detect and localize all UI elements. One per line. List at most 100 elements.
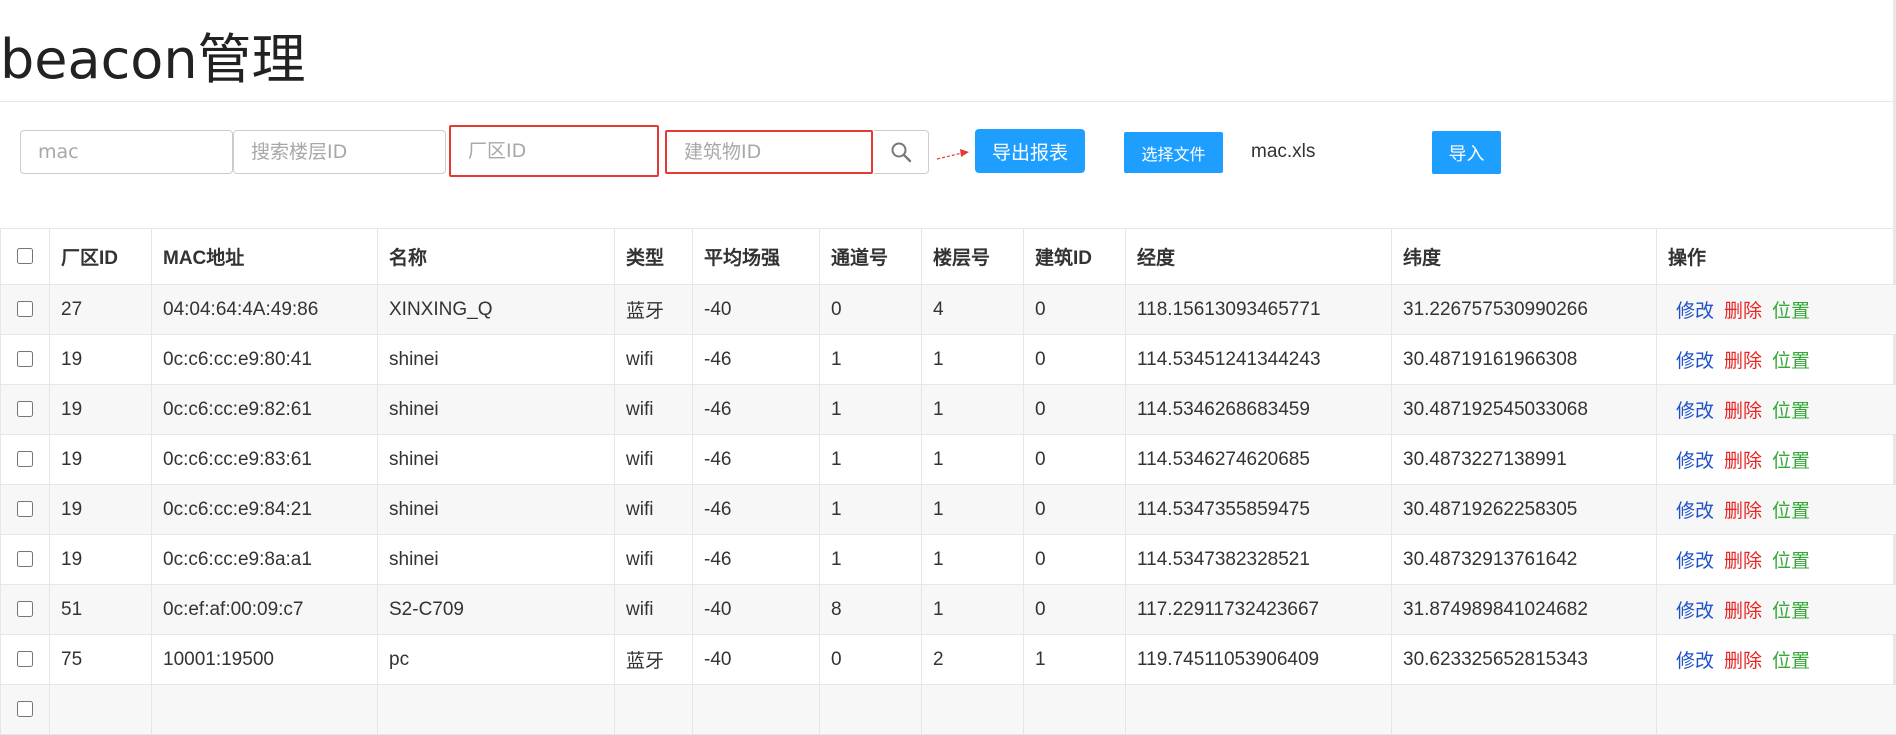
row-select-cell: [1, 485, 50, 535]
cell-latitude: 31.874989841024682: [1392, 585, 1657, 635]
cell-actions: 修改删除位置: [1657, 435, 1896, 485]
delete-link[interactable]: 删除: [1724, 400, 1762, 422]
cell-factory-id: [50, 685, 152, 735]
row-checkbox[interactable]: [17, 551, 33, 567]
edit-link[interactable]: 修改: [1676, 350, 1714, 372]
locate-link[interactable]: 位置: [1772, 650, 1810, 672]
cell-avg-signal: -46: [693, 335, 820, 385]
cell-longitude: 119.74511053906409: [1126, 635, 1392, 685]
row-checkbox[interactable]: [17, 501, 33, 517]
header-type: 类型: [615, 229, 693, 285]
cell-floor: [922, 685, 1024, 735]
building-id-search-input[interactable]: [665, 130, 873, 174]
cell-longitude: [1126, 685, 1392, 735]
search-icon: [890, 141, 912, 163]
row-checkbox[interactable]: [17, 601, 33, 617]
locate-link[interactable]: 位置: [1772, 400, 1810, 422]
delete-link[interactable]: 删除: [1724, 500, 1762, 522]
header-mac-address: MAC地址: [152, 229, 378, 285]
cell-latitude: 30.48719161966308: [1392, 335, 1657, 385]
choose-file-button[interactable]: 选择文件: [1124, 132, 1223, 173]
cell-type: wifi: [615, 335, 693, 385]
header-floor: 楼层号: [922, 229, 1024, 285]
locate-link[interactable]: 位置: [1772, 550, 1810, 572]
cell-avg-signal: -46: [693, 485, 820, 535]
cell-avg-signal: -46: [693, 435, 820, 485]
cell-type: wifi: [615, 585, 693, 635]
cell-longitude: 118.15613093465771: [1126, 285, 1392, 335]
cell-longitude: 114.53451241344243: [1126, 335, 1392, 385]
cell-name: S2-C709: [378, 585, 615, 635]
cell-latitude: [1392, 685, 1657, 735]
locate-link[interactable]: 位置: [1772, 350, 1810, 372]
edit-link[interactable]: 修改: [1676, 300, 1714, 322]
edit-link[interactable]: 修改: [1676, 600, 1714, 622]
import-button[interactable]: 导入: [1432, 131, 1501, 174]
cell-type: 蓝牙: [615, 285, 693, 335]
delete-link[interactable]: 删除: [1724, 350, 1762, 372]
edit-link[interactable]: 修改: [1676, 400, 1714, 422]
mac-search-input[interactable]: [20, 130, 233, 174]
row-checkbox[interactable]: [17, 401, 33, 417]
floor-id-search-input[interactable]: [233, 130, 446, 174]
delete-link[interactable]: 删除: [1724, 450, 1762, 472]
cell-floor: 1: [922, 435, 1024, 485]
cell-actions: 修改删除位置: [1657, 585, 1896, 635]
cell-factory-id: 19: [50, 385, 152, 435]
edit-link[interactable]: 修改: [1676, 500, 1714, 522]
cell-floor: 2: [922, 635, 1024, 685]
locate-link[interactable]: 位置: [1772, 300, 1810, 322]
cell-building-id: 0: [1024, 435, 1126, 485]
title-divider: [0, 101, 1896, 102]
cell-factory-id: 19: [50, 485, 152, 535]
cell-factory-id: 19: [50, 535, 152, 585]
table-row: 2704:04:64:4A:49:86XINXING_Q蓝牙-40040118.…: [1, 285, 1896, 335]
cell-mac-address: 10001:19500: [152, 635, 378, 685]
cell-type: 蓝牙: [615, 635, 693, 685]
factory-id-search-input[interactable]: [449, 125, 659, 177]
locate-link[interactable]: 位置: [1772, 600, 1810, 622]
cell-mac-address: [152, 685, 378, 735]
locate-link[interactable]: 位置: [1772, 500, 1810, 522]
cell-channel: 8: [820, 585, 922, 635]
cell-mac-address: 0c:c6:cc:e9:84:21: [152, 485, 378, 535]
cell-building-id: 0: [1024, 335, 1126, 385]
cell-avg-signal: -40: [693, 585, 820, 635]
selected-file-name: mac.xls: [1251, 141, 1315, 163]
row-checkbox[interactable]: [17, 701, 33, 717]
cell-mac-address: 0c:ef:af:00:09:c7: [152, 585, 378, 635]
header-actions: 操作: [1657, 229, 1896, 285]
select-all-checkbox[interactable]: [17, 248, 33, 264]
row-checkbox[interactable]: [17, 301, 33, 317]
delete-link[interactable]: 删除: [1724, 600, 1762, 622]
cell-name: shinei: [378, 435, 615, 485]
row-checkbox[interactable]: [17, 651, 33, 667]
edit-link[interactable]: 修改: [1676, 550, 1714, 572]
page-title: beacon管理: [0, 28, 306, 92]
cell-mac-address: 04:04:64:4A:49:86: [152, 285, 378, 335]
row-checkbox[interactable]: [17, 351, 33, 367]
cell-name: XINXING_Q: [378, 285, 615, 335]
cell-floor: 1: [922, 385, 1024, 435]
delete-link[interactable]: 删除: [1724, 300, 1762, 322]
header-building-id: 建筑ID: [1024, 229, 1126, 285]
export-report-button[interactable]: 导出报表: [975, 129, 1085, 173]
cell-latitude: 30.4873227138991: [1392, 435, 1657, 485]
cell-building-id: 0: [1024, 485, 1126, 535]
header-avg-signal: 平均场强: [693, 229, 820, 285]
search-button[interactable]: [874, 130, 929, 174]
cell-type: wifi: [615, 485, 693, 535]
row-select-cell: [1, 435, 50, 485]
edit-link[interactable]: 修改: [1676, 450, 1714, 472]
row-select-cell: [1, 285, 50, 335]
row-checkbox[interactable]: [17, 451, 33, 467]
delete-link[interactable]: 删除: [1724, 550, 1762, 572]
table-row: 190c:c6:cc:e9:84:21shineiwifi-46110114.5…: [1, 485, 1896, 535]
locate-link[interactable]: 位置: [1772, 450, 1810, 472]
table-row: 190c:c6:cc:e9:82:61shineiwifi-46110114.5…: [1, 385, 1896, 435]
cell-name: shinei: [378, 385, 615, 435]
delete-link[interactable]: 删除: [1724, 650, 1762, 672]
edit-link[interactable]: 修改: [1676, 650, 1714, 672]
cell-type: [615, 685, 693, 735]
cell-name: shinei: [378, 335, 615, 385]
